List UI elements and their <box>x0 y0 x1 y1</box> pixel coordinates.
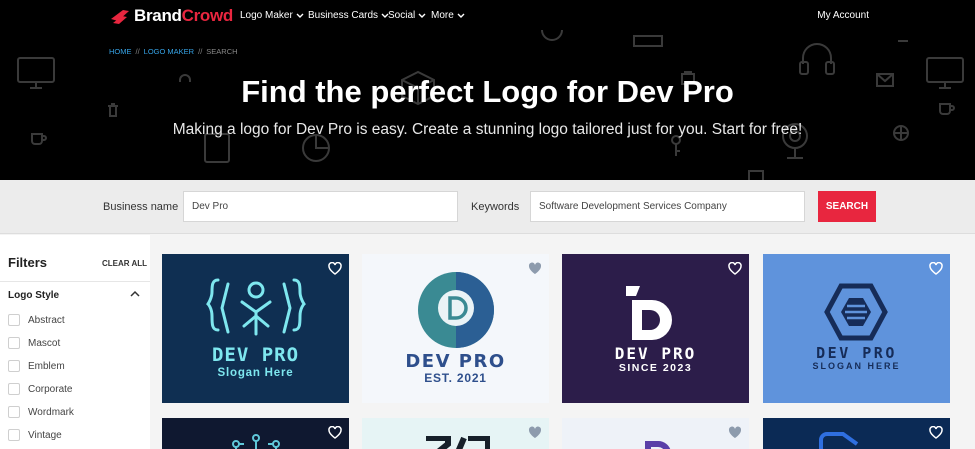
chevron-down-icon <box>296 13 304 18</box>
logo-name: DEV PRO <box>211 344 300 366</box>
filter-option-label: Mascot <box>28 337 61 349</box>
filter-option-label: Wordmark <box>28 406 74 418</box>
filter-option-label: Abstract <box>28 314 65 326</box>
business-name-input[interactable] <box>183 191 458 222</box>
filters-sidebar: Filters CLEAR ALL Logo Style Abstract Ma… <box>0 235 150 449</box>
breadcrumb: HOME // LOGO MAKER // SEARCH <box>109 47 238 56</box>
logo-card[interactable] <box>362 418 549 449</box>
filters-title: Filters <box>8 255 48 270</box>
window-icon <box>748 170 764 180</box>
page-title: Find the perfect Logo for Dev Pro <box>241 74 734 109</box>
heart-icon[interactable] <box>929 426 943 439</box>
brand-name-part1: Brand <box>134 6 182 25</box>
filter-option-wordmark[interactable]: Wordmark <box>8 406 74 418</box>
brand-name: BrandCrowd <box>134 6 233 26</box>
checkbox[interactable] <box>8 360 20 372</box>
logo-slogan: Slogan Here <box>217 367 294 379</box>
nav-logo-maker[interactable]: Logo Maker <box>240 10 304 21</box>
logo-name: DEV PRO <box>816 344 897 362</box>
checkbox[interactable] <box>8 429 20 441</box>
business-name-label: Business name <box>103 201 179 213</box>
circuit-icon <box>232 434 280 449</box>
breadcrumb-separator: // <box>135 47 140 56</box>
filter-option-label: Vintage <box>28 429 62 441</box>
circle-d-emblem-icon <box>418 272 494 348</box>
keywords-label: Keywords <box>471 201 520 213</box>
filter-option-vintage[interactable]: Vintage <box>8 429 62 441</box>
play-emblem-icon <box>819 432 859 449</box>
nav-social-label: Social <box>388 10 416 21</box>
search-button[interactable]: SEARCH <box>818 191 876 222</box>
dash-icon <box>898 40 908 42</box>
logo-name: DEV PRO <box>405 351 506 372</box>
heart-icon[interactable] <box>328 426 342 439</box>
breadcrumb-separator: // <box>198 47 203 56</box>
top-nav: BrandCrowd Logo Maker Business Cards Soc… <box>0 0 975 32</box>
filter-option-mascot[interactable]: Mascot <box>8 337 60 349</box>
brandcrowd-logo[interactable]: BrandCrowd <box>109 6 233 26</box>
heart-icon[interactable] <box>728 426 742 439</box>
logo-card[interactable] <box>162 418 349 449</box>
heart-icon[interactable] <box>528 426 542 439</box>
nav-social[interactable]: Social <box>388 10 426 21</box>
logo-card[interactable] <box>763 418 950 449</box>
brand-name-part2: Crowd <box>181 6 234 25</box>
hexagon-emblem-icon <box>824 283 888 341</box>
filter-option-label: Emblem <box>28 360 65 372</box>
nav-logo-maker-label: Logo Maker <box>240 10 293 21</box>
chevron-up-icon[interactable] <box>130 290 140 297</box>
breadcrumb-home[interactable]: HOME <box>109 47 132 56</box>
chevron-down-icon <box>457 13 465 18</box>
clear-all-button[interactable]: CLEAR ALL <box>102 259 147 268</box>
filter-option-label: Corporate <box>28 383 73 395</box>
logo-name: DEV PRO <box>614 344 697 363</box>
hero-banner: BrandCrowd Logo Maker Business Cards Soc… <box>0 0 975 180</box>
letter-d-emblem-icon <box>645 441 671 449</box>
filter-option-emblem[interactable]: Emblem <box>8 360 65 372</box>
page-subtitle: Making a logo for Dev Pro is easy. Creat… <box>172 121 803 138</box>
letter-emblem-icon <box>426 436 490 449</box>
headphones-icon <box>799 43 835 75</box>
checkbox[interactable] <box>8 406 20 418</box>
keywords-input[interactable] <box>530 191 805 222</box>
heart-icon[interactable] <box>728 262 742 275</box>
logo-card[interactable]: DEV PRO SINCE 2023 <box>562 254 749 403</box>
nav-business-cards[interactable]: Business Cards <box>308 10 389 21</box>
logo-card[interactable] <box>562 418 749 449</box>
logo-card[interactable]: DEV PRO EST. 2021 <box>362 254 549 403</box>
breadcrumb-current: SEARCH <box>206 47 238 56</box>
checkbox[interactable] <box>8 383 20 395</box>
nav-more-label: More <box>431 10 454 21</box>
logo-card[interactable]: DEV PRO Slogan Here <box>162 254 349 403</box>
checkbox[interactable] <box>8 314 20 326</box>
heart-icon[interactable] <box>328 262 342 275</box>
heart-icon[interactable] <box>929 262 943 275</box>
nav-more[interactable]: More <box>431 10 465 21</box>
checkbox[interactable] <box>8 337 20 349</box>
logo-slogan: SINCE 2023 <box>618 362 693 374</box>
heart-icon[interactable] <box>528 262 542 275</box>
filter-option-abstract[interactable]: Abstract <box>8 314 65 326</box>
breadcrumb-logo-maker[interactable]: LOGO MAKER <box>144 47 194 56</box>
keyboard-icon <box>633 35 663 47</box>
logo-slogan: SLOGAN HERE <box>812 361 901 371</box>
search-bar: Business name Keywords SEARCH <box>0 180 975 234</box>
chevron-down-icon <box>418 13 426 18</box>
logo-style-heading[interactable]: Logo Style <box>8 290 59 301</box>
code-person-icon <box>206 278 306 336</box>
brandcrowd-mark-icon <box>111 10 129 24</box>
nav-business-cards-label: Business Cards <box>308 10 379 21</box>
logo-slogan: EST. 2021 <box>424 371 487 385</box>
filter-option-corporate[interactable]: Corporate <box>8 383 72 395</box>
my-account-link[interactable]: My Account <box>817 10 869 21</box>
logo-card[interactable]: DEV PRO SLOGAN HERE <box>763 254 950 403</box>
divider <box>0 281 150 282</box>
d-swoosh-emblem-icon <box>626 286 672 340</box>
